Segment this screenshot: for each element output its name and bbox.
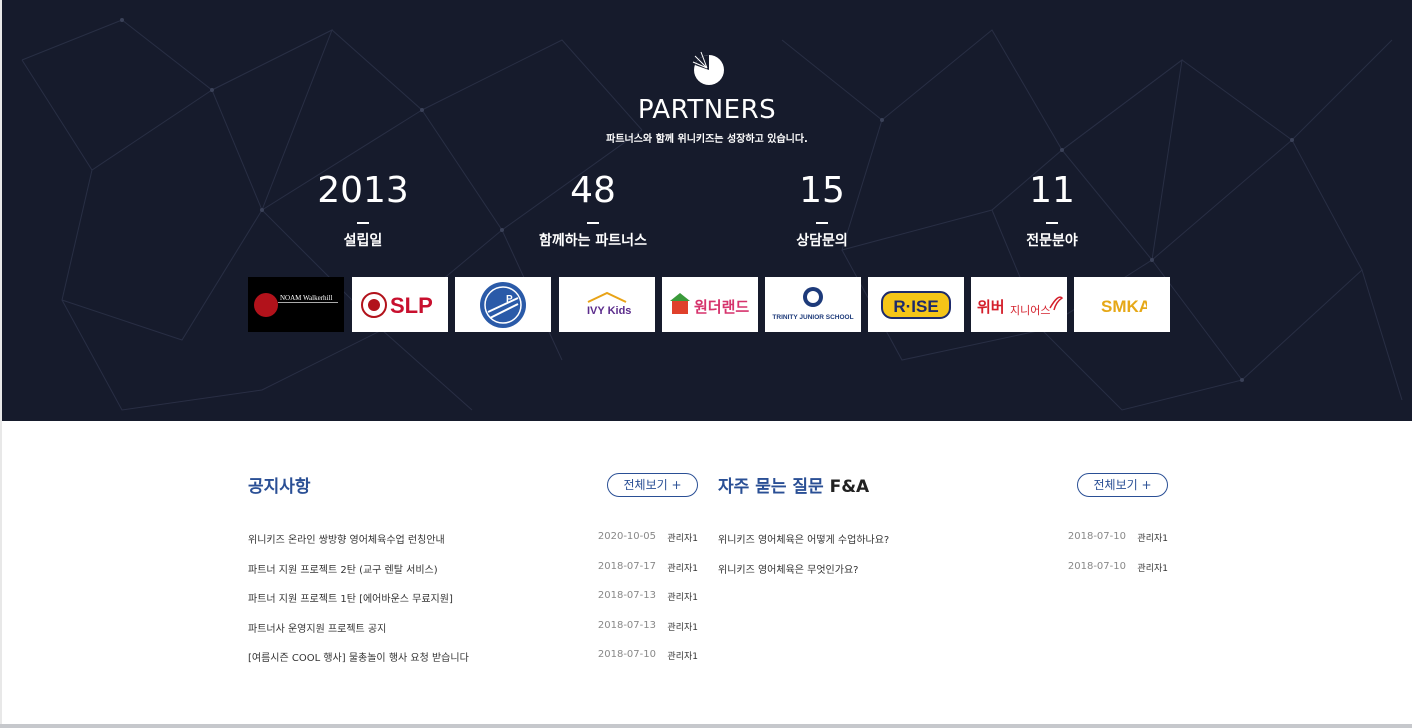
notice-item-author: 관리자1 <box>667 593 698 604</box>
stat-divider <box>1046 222 1058 224</box>
partner-logo-ivy-kids[interactable]: IVY Kids <box>559 277 655 332</box>
list-item[interactable]: 파트너사 운영지원 프로젝트 공지 2018-07-13 관리자1 <box>248 620 698 650</box>
notice-item-date: 2020-10-05 <box>597 531 656 542</box>
stat-label: 전문분야 <box>1026 233 1078 249</box>
notice-item-author: 관리자1 <box>667 652 698 663</box>
stat-value: 2013 <box>317 170 409 211</box>
stat-partners: 48 함께하는 파트너스 <box>493 170 693 250</box>
p-shield-logo-icon: P <box>480 281 526 328</box>
partner-logo-name: IVY Kids <box>587 305 631 317</box>
faq-board: 자주 묻는 질문 F&A 전체보기 + 위니키즈 영어체육은 어떻게 수업하나요… <box>718 472 1168 576</box>
partners-title: PARTNERS <box>637 95 777 125</box>
notice-view-all-button[interactable]: 전체보기 + <box>607 473 698 497</box>
list-item[interactable]: [여름시즌 COOL 행사] 물총놀이 행사 요청 받습니다 2018-07-1… <box>248 649 698 679</box>
faq-view-all-button[interactable]: 전체보기 + <box>1077 473 1168 497</box>
stat-consultations: 15 상담문의 <box>722 170 922 250</box>
list-item[interactable]: 위니키즈 온라인 쌍방향 영어체육수업 런칭안내 2020-10-05 관리자1 <box>248 531 698 561</box>
uber-genius-logo-icon: 위버 지니어스 <box>977 295 1064 317</box>
stat-specialties: 11 전문분야 <box>952 170 1152 250</box>
stat-value: 15 <box>799 170 845 211</box>
stat-divider <box>357 222 369 224</box>
partner-logo-wonderland[interactable]: 원더랜드 <box>662 277 758 332</box>
faq-list: 위니키즈 영어체육은 어떻게 수업하나요? 2018-07-10 관리자1 위니… <box>718 531 1168 590</box>
stat-label: 함께하는 파트너스 <box>539 233 647 249</box>
stat-divider <box>816 222 828 224</box>
partner-logo-smka[interactable]: SMKA <box>1074 277 1170 332</box>
notice-item-date: 2018-07-10 <box>597 649 656 661</box>
list-item[interactable]: 위니키즈 영어체육은 어떻게 수업하나요? 2018-07-10 관리자1 <box>718 531 1168 561</box>
wonderland-logo-icon: 원더랜드 <box>670 292 749 316</box>
faq-item-title[interactable]: 위니키즈 영어체육은 어떻게 수업하나요? <box>718 531 889 546</box>
faq-item-author: 관리자1 <box>1137 534 1168 544</box>
faq-title-suffix: F&A <box>823 477 870 497</box>
notice-item-date: 2018-07-13 <box>597 590 656 602</box>
notice-board: 공지사항 전체보기 + 위니키즈 온라인 쌍방향 영어체육수업 런칭안내 202… <box>248 472 698 664</box>
notice-item-title[interactable]: 파트너 지원 프로젝트 2탄 (교구 렌탈 서비스) <box>248 561 438 576</box>
partner-logo-trinity[interactable]: TRINITY JUNIOR SCHOOL <box>765 277 861 332</box>
partner-logo-name: SLP <box>390 293 433 318</box>
stat-label: 설립일 <box>343 233 383 249</box>
list-item[interactable]: 위니키즈 영어체육은 무엇인가요? 2018-07-10 관리자1 <box>718 561 1168 591</box>
partner-logo-uber-genius[interactable]: 위버 지니어스 <box>971 277 1067 332</box>
notice-item-author: 관리자1 <box>667 563 698 574</box>
list-item[interactable]: 파트너 지원 프로젝트 2탄 (교구 렌탈 서비스) 2018-07-17 관리… <box>248 561 698 591</box>
faq-item-date: 2018-07-10 <box>1067 531 1126 542</box>
stat-value: 48 <box>570 170 616 211</box>
rise-logo-icon: R·ISE <box>881 290 951 319</box>
noam-logo-icon: NOAM Walkerhill <box>254 292 338 317</box>
partner-logo-name: R·ISE <box>893 297 938 316</box>
partners-section: PARTNERS 파트너스와 함께 위니키즈는 성장하고 있습니다. 2013 … <box>2 0 1412 421</box>
partner-logo-name: TRINITY JUNIOR SCHOOL <box>772 314 853 321</box>
notice-item-title[interactable]: 파트너사 운영지원 프로젝트 공지 <box>248 620 386 635</box>
partner-logo-name: 위버 <box>977 298 1005 316</box>
partners-pie-icon <box>692 51 724 85</box>
faq-item-title[interactable]: 위니키즈 영어체육은 무엇인가요? <box>718 561 858 576</box>
partner-logo-rise[interactable]: R·ISE <box>868 277 964 332</box>
faq-item-author: 관리자1 <box>1137 563 1168 574</box>
notice-list: 위니키즈 온라인 쌍방향 영어체육수업 런칭안내 2020-10-05 관리자1… <box>248 531 698 679</box>
faq-title-main: 자주 묻는 질문 <box>718 477 824 497</box>
notice-item-title[interactable]: [여름시즌 COOL 행사] 물총놀이 행사 요청 받습니다 <box>248 649 469 664</box>
list-item[interactable]: 파트너 지원 프로젝트 1탄 [에어바운스 무료지원] 2018-07-13 관… <box>248 590 698 620</box>
notice-item-author: 관리자1 <box>667 622 698 633</box>
partner-logo-sub: 지니어스 <box>1010 304 1050 317</box>
stat-divider <box>587 222 599 224</box>
partner-logo-slp[interactable]: SLP <box>352 277 448 332</box>
notice-item-date: 2018-07-17 <box>597 560 656 572</box>
partner-logo-noam[interactable]: NOAM Walkerhill <box>248 277 344 332</box>
stat-founded: 2013 설립일 <box>263 170 463 250</box>
partner-logo-name: SMKA <box>1101 297 1147 316</box>
footer-strip <box>0 724 1412 728</box>
stat-value: 11 <box>1029 170 1075 211</box>
partners-subtitle: 파트너스와 함께 위니키즈는 성장하고 있습니다. <box>606 134 808 145</box>
notice-item-title[interactable]: 파트너 지원 프로젝트 1탄 [에어바운스 무료지원] <box>248 590 453 605</box>
notice-item-title[interactable]: 위니키즈 온라인 쌍방향 영어체육수업 런칭안내 <box>248 531 445 546</box>
slp-logo-icon: SLP <box>361 291 433 318</box>
faq-item-date: 2018-07-10 <box>1067 560 1126 572</box>
stat-label: 상담문의 <box>796 233 848 249</box>
trinity-logo-icon: TRINITY JUNIOR SCHOOL <box>772 286 854 321</box>
notice-item-author: 관리자1 <box>667 534 698 544</box>
smka-logo-icon: SMKA <box>1101 297 1147 316</box>
partner-logo-name: NOAM Walkerhill <box>280 294 332 302</box>
partner-logo-name: P <box>506 294 513 305</box>
ivy-kids-logo-icon: IVY Kids <box>587 291 631 317</box>
partner-logo-name: 원더랜드 <box>694 298 749 316</box>
partner-logo-p-shield[interactable]: P <box>455 277 551 332</box>
notice-item-date: 2018-07-13 <box>597 619 656 631</box>
